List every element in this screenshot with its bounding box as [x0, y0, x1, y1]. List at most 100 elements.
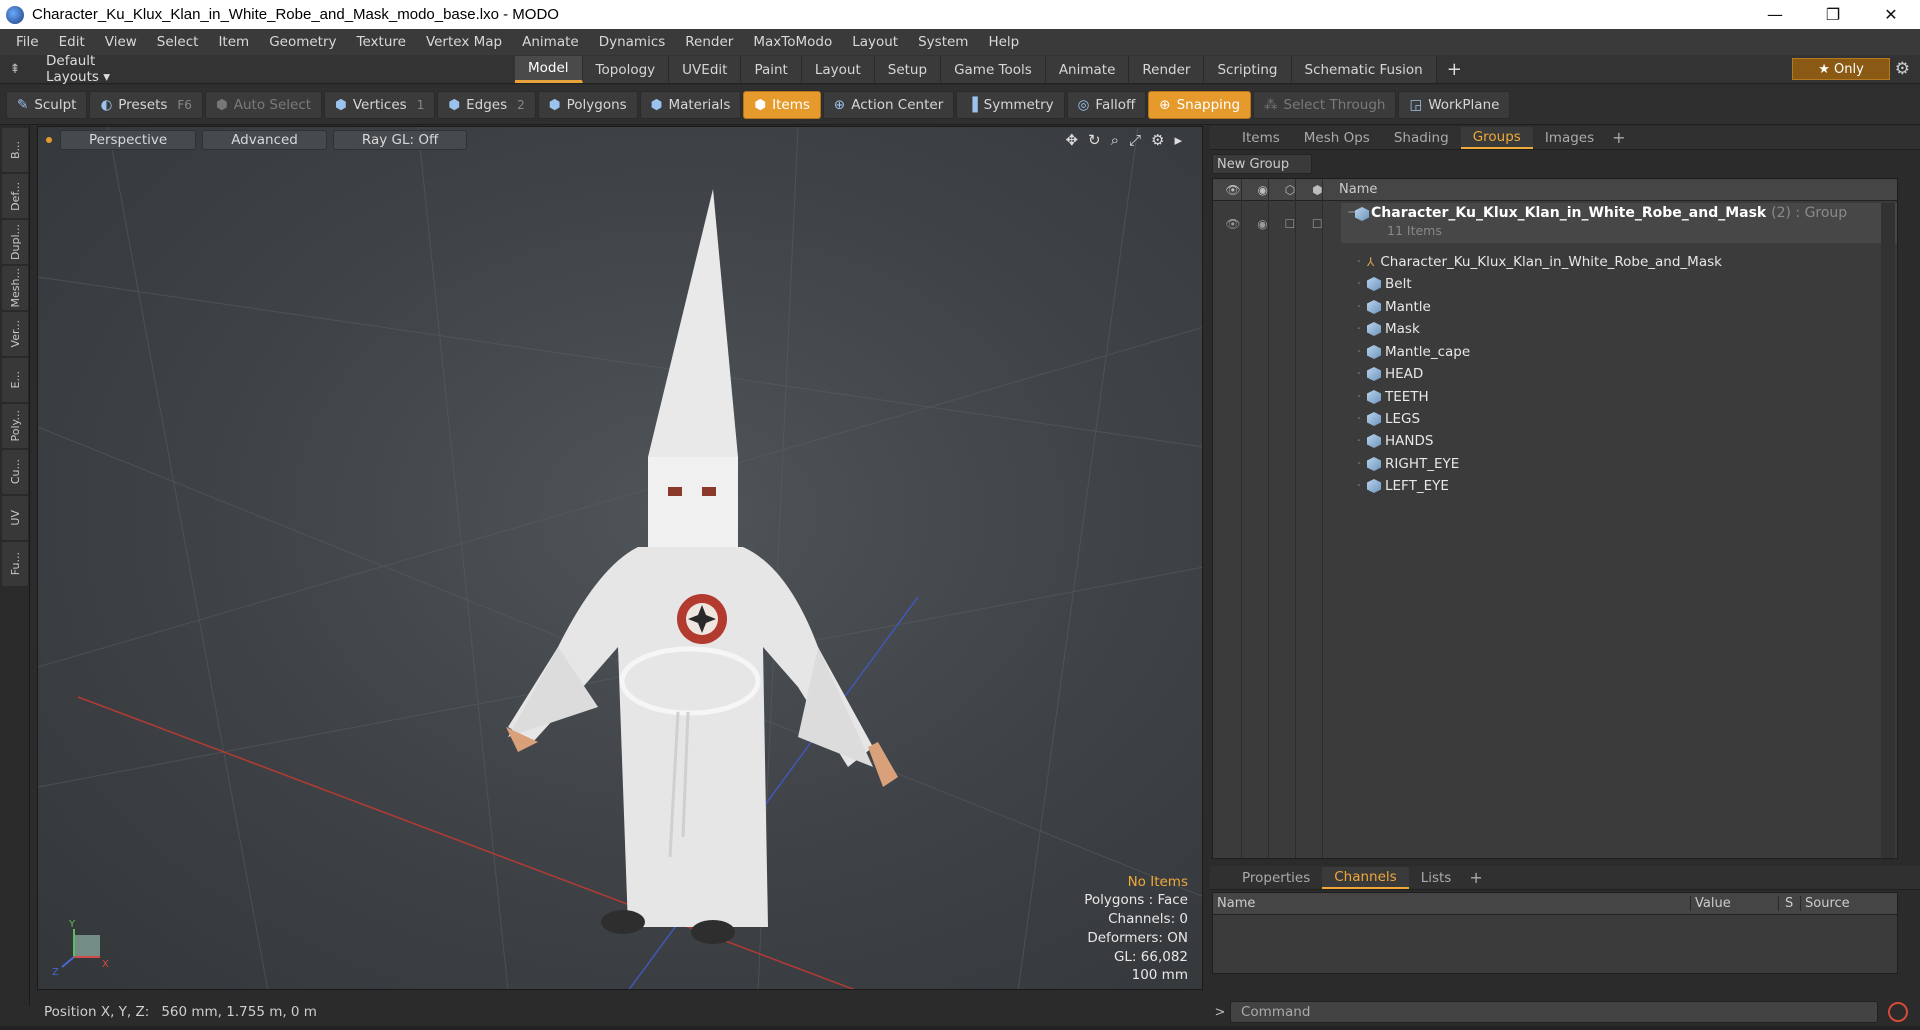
command-input[interactable]: Command — [1230, 1001, 1878, 1023]
vertices-button[interactable]: ⬢ Vertices 1 — [324, 90, 436, 119]
raygl-button[interactable]: Ray GL: Off — [332, 130, 468, 150]
viewport-menu-dot-icon[interactable] — [46, 137, 52, 143]
sculpt-button[interactable]: ✎ Sculpt — [6, 90, 88, 119]
move-view-icon[interactable]: ✥ — [1065, 131, 1078, 149]
maximize-view-icon[interactable]: ⤢ — [1129, 131, 1141, 149]
menu-help[interactable]: Help — [978, 34, 1029, 50]
list-item[interactable]: · Mantle — [1341, 296, 1897, 318]
add-panel-tab-button[interactable]: + — [1606, 128, 1631, 147]
add-tab-button[interactable]: + — [1437, 55, 1472, 84]
tab-game-tools[interactable]: Game Tools — [941, 56, 1046, 83]
group-select-checkbox[interactable]: ☐ — [1312, 217, 1323, 231]
tab-images[interactable]: Images — [1533, 127, 1606, 149]
select-header-icon[interactable]: ⬢ — [1312, 183, 1322, 197]
left-tab-curve[interactable]: Cu... — [2, 450, 28, 494]
menu-texture[interactable]: Texture — [347, 34, 416, 50]
left-tab-fusion[interactable]: Fu... — [2, 542, 28, 586]
left-tab-edge[interactable]: E... — [2, 358, 28, 402]
left-tab-deform[interactable]: Def... — [2, 174, 28, 218]
left-tab-vertex[interactable]: Ver... — [2, 312, 28, 356]
close-button[interactable]: ✕ — [1862, 0, 1920, 29]
record-macro-icon[interactable] — [1888, 1002, 1908, 1022]
menu-animate[interactable]: Animate — [512, 34, 589, 50]
menu-maxtomodo[interactable]: MaxToModo — [743, 34, 842, 50]
menu-edit[interactable]: Edit — [49, 34, 95, 50]
left-tab-polygon[interactable]: Poly... — [2, 404, 28, 448]
menu-item[interactable]: Item — [208, 34, 259, 50]
tab-model[interactable]: Model — [515, 56, 583, 83]
zoom-view-icon[interactable]: ⌕ — [1111, 131, 1119, 149]
rotate-view-icon[interactable]: ↻ — [1088, 131, 1101, 149]
snapping-button[interactable]: ⊕ Snapping — [1148, 90, 1252, 119]
menu-view[interactable]: View — [95, 34, 147, 50]
auto-select-button[interactable]: ⬢ Auto Select — [204, 90, 323, 119]
list-item[interactable]: · LEGS — [1341, 408, 1897, 430]
viewport-gear-icon[interactable]: ⚙ — [1151, 131, 1164, 149]
list-item[interactable]: · Mantle_cape — [1341, 341, 1897, 363]
tab-topology[interactable]: Topology — [582, 56, 670, 83]
list-item[interactable]: · LEFT_EYE — [1341, 475, 1897, 497]
perspective-button[interactable]: Perspective — [60, 130, 197, 150]
tab-channels[interactable]: Channels — [1322, 866, 1409, 889]
menu-vertex-map[interactable]: Vertex Map — [416, 34, 512, 50]
list-item[interactable]: · ⅄ Character_Ku_Klux_Klan_in_White_Robe_a… — [1341, 251, 1897, 273]
tab-schematic-fusion[interactable]: Schematic Fusion — [1291, 56, 1437, 83]
new-group-button[interactable]: New Group — [1212, 154, 1312, 174]
3d-viewport[interactable]: Y X Z Perspective Advanced Ray GL: Off ✥… — [37, 126, 1203, 990]
maximize-button[interactable]: ❐ — [1804, 0, 1862, 29]
advanced-button[interactable]: Advanced — [202, 130, 327, 150]
menu-render[interactable]: Render — [675, 34, 743, 50]
menu-system[interactable]: System — [908, 34, 978, 50]
minimize-button[interactable]: — — [1746, 0, 1804, 29]
tab-shading[interactable]: Shading — [1382, 127, 1461, 149]
left-tab-basic[interactable]: B... — [2, 128, 28, 172]
tab-uvedit[interactable]: UVEdit — [669, 56, 742, 83]
group-lock-checkbox[interactable]: ☐ — [1284, 217, 1295, 231]
menu-file[interactable]: File — [6, 34, 49, 50]
items-button[interactable]: ⬢ Items — [743, 90, 821, 119]
menu-dynamics[interactable]: Dynamics — [589, 34, 676, 50]
list-item[interactable]: · TEETH — [1341, 386, 1897, 408]
groups-scrollbar[interactable] — [1881, 203, 1895, 858]
tab-layout[interactable]: Layout — [801, 56, 875, 83]
only-button[interactable]: ★ Only — [1792, 58, 1890, 80]
materials-button[interactable]: ⬢ Materials — [639, 90, 742, 119]
lock-header-icon[interactable]: ⬡ — [1285, 183, 1295, 197]
select-through-button[interactable]: ⁂ Select Through — [1253, 90, 1397, 119]
group-row[interactable]: − Character_Ku_Klux_Klan_in_White_Robe_a… — [1341, 203, 1897, 243]
edges-button[interactable]: ⬢ Edges 2 — [437, 90, 536, 119]
list-item[interactable]: · HANDS — [1341, 430, 1897, 452]
tab-scripting[interactable]: Scripting — [1204, 56, 1292, 83]
symmetry-button[interactable]: ▐ Symmetry — [956, 90, 1065, 119]
layout-up-arrow-icon[interactable]: ⇞ — [0, 62, 30, 77]
left-tab-duplicate[interactable]: Dupl... — [2, 220, 28, 264]
list-item[interactable]: · Mask — [1341, 318, 1897, 340]
gear-icon[interactable]: ⚙ — [1895, 59, 1910, 79]
tab-groups[interactable]: Groups — [1460, 126, 1533, 149]
tab-setup[interactable]: Setup — [874, 56, 942, 83]
menu-layout[interactable]: Layout — [842, 34, 908, 50]
visibility-header-icon[interactable]: 👁 — [1225, 183, 1240, 197]
tab-render[interactable]: Render — [1129, 56, 1205, 83]
workplane-button[interactable]: ◲ WorkPlane — [1398, 90, 1511, 119]
default-layouts-dropdown[interactable]: Default Layouts ▾ — [30, 53, 150, 85]
list-item[interactable]: · RIGHT_EYE — [1341, 453, 1897, 475]
tab-lists[interactable]: Lists — [1409, 867, 1464, 889]
list-item[interactable]: · Belt — [1341, 273, 1897, 295]
presets-button[interactable]: ◐ Presets F6 — [89, 90, 203, 119]
tab-animate[interactable]: Animate — [1045, 56, 1130, 83]
tab-mesh-ops[interactable]: Mesh Ops — [1292, 127, 1382, 149]
group-render-icon[interactable]: ◉ — [1257, 217, 1267, 231]
polygons-button[interactable]: ⬢ Polygons — [537, 90, 638, 119]
tab-paint[interactable]: Paint — [741, 56, 802, 83]
tab-items[interactable]: Items — [1230, 127, 1292, 149]
viewport-expand-arrow-icon[interactable]: ▸ — [1174, 131, 1182, 149]
left-tab-uv[interactable]: UV — [2, 496, 28, 540]
list-item[interactable]: · HEAD — [1341, 363, 1897, 385]
falloff-button[interactable]: ◎ Falloff — [1066, 90, 1147, 119]
menu-geometry[interactable]: Geometry — [259, 34, 346, 50]
render-header-icon[interactable]: ◉ — [1257, 183, 1267, 197]
add-prop-tab-button[interactable]: + — [1463, 868, 1488, 887]
group-visibility-icon[interactable]: 👁 — [1225, 217, 1240, 231]
left-tab-mesh[interactable]: Mesh... — [2, 266, 28, 310]
